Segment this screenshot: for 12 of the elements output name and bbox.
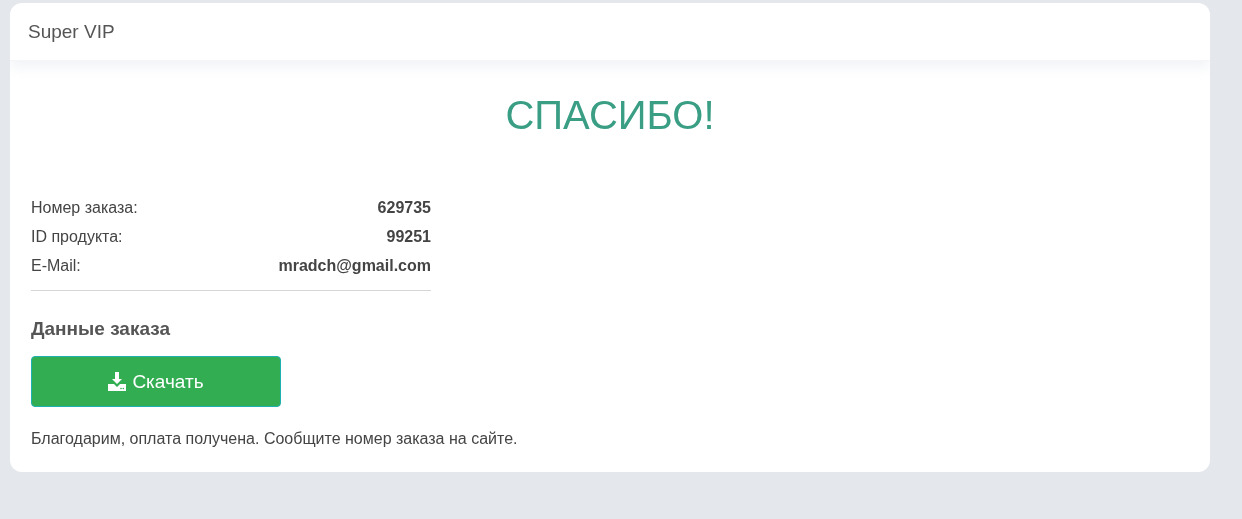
section-title: Данные заказа: [31, 318, 171, 340]
download-icon: [108, 372, 127, 391]
message-text: Благодарим, оплата получена. Сообщите номер заказа на сайте.: [31, 430, 519, 448]
card-title: Super VIP: [28, 20, 115, 43]
detail-value: 99251: [386, 227, 431, 246]
detail-label: E-Mail:: [31, 256, 81, 275]
detail-label: ID продукта:: [31, 227, 123, 246]
download-button[interactable]: Скачать: [31, 356, 281, 407]
detail-value: mradch@gmail.com: [278, 256, 431, 275]
detail-label: Номер заказа:: [31, 198, 138, 217]
thank-you-heading: СПАСИБО!: [504, 93, 716, 139]
detail-value: 629735: [377, 198, 431, 217]
